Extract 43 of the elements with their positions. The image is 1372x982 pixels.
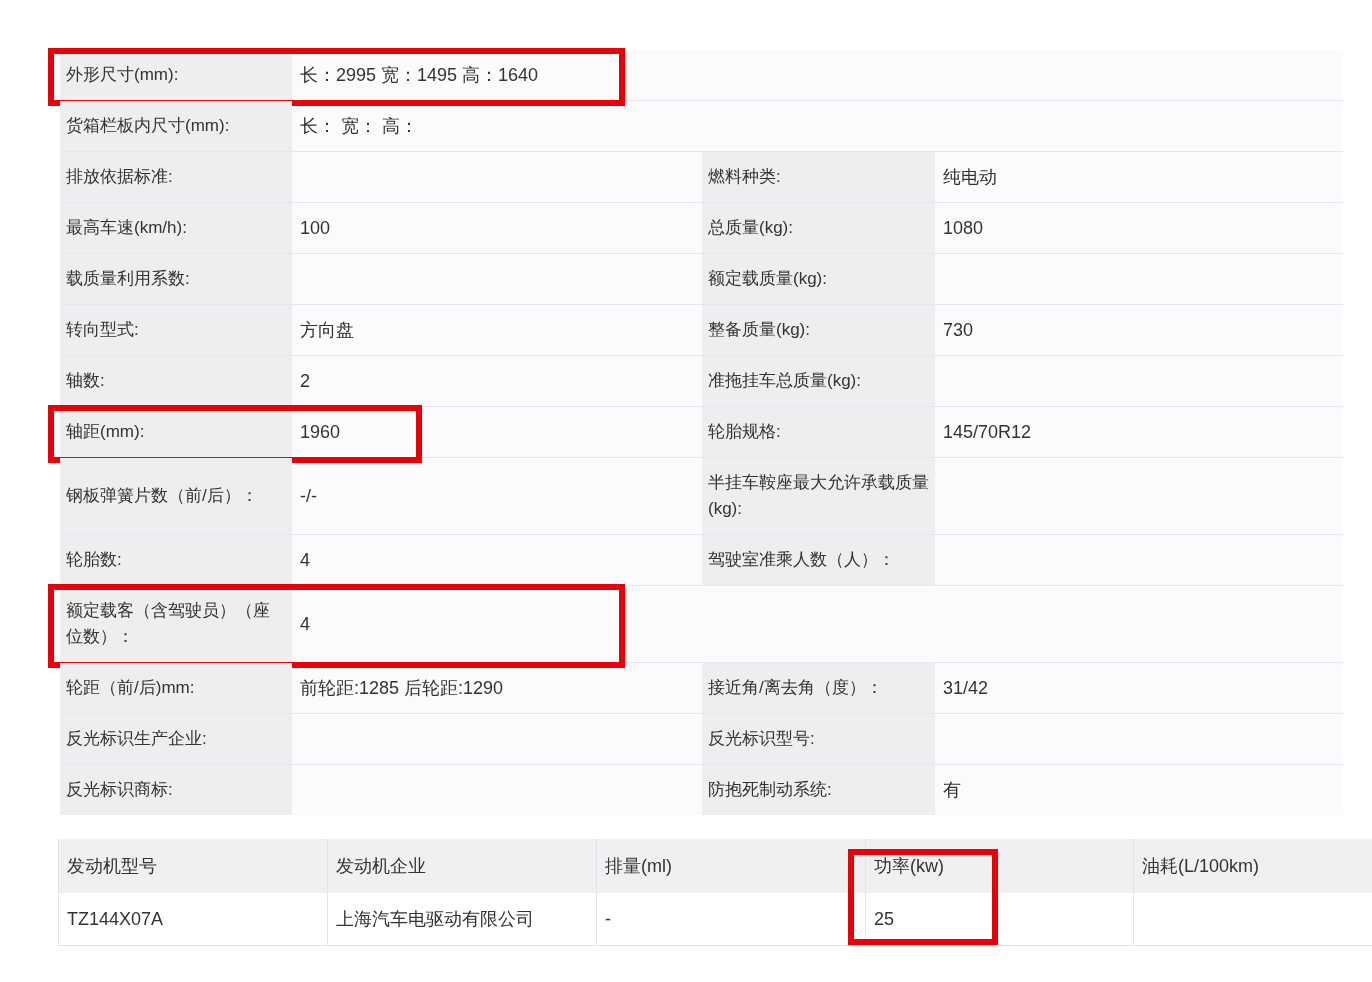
spec-label: 反光标识商标:: [60, 765, 292, 815]
spec-label: 最高车速(km/h):: [60, 203, 292, 253]
spec-value: 4: [299, 613, 311, 636]
spec-label: 额定载质量(kg):: [702, 254, 935, 304]
spec-label: 轮胎规格:: [702, 407, 935, 457]
spec-value: 4: [299, 549, 311, 572]
spec-label: 准拖挂车总质量(kg):: [702, 356, 935, 406]
spec-value: 730: [942, 319, 975, 342]
spec-label: 货箱栏板内尺寸(mm):: [60, 101, 292, 151]
spec-value: 1080: [942, 217, 985, 240]
spec-label: 钢板弹簧片数（前/后）：: [60, 458, 292, 534]
spec-label: 接近角/离去角（度）：: [702, 663, 935, 713]
column-header: 排量(ml): [597, 839, 865, 893]
spec-value: 1960: [299, 421, 342, 444]
spec-value: 长：2995 宽：1495 高：1640: [299, 64, 540, 87]
column-header: 油耗(L/100km): [1134, 839, 1372, 893]
spec-value: 长： 宽： 高：: [299, 115, 419, 138]
spec-label: 转向型式:: [60, 305, 292, 355]
spec-value: 有: [942, 779, 962, 802]
spec-label: 燃料种类:: [702, 152, 935, 202]
spec-label: 轮距（前/后)mm:: [60, 663, 292, 713]
spec-label: 轮胎数:: [60, 535, 292, 585]
spec-label: 排放依据标准:: [60, 152, 292, 202]
column-header: 发动机企业: [328, 839, 596, 893]
spec-label: 载质量利用系数:: [60, 254, 292, 304]
column-header: 功率(kw): [866, 839, 1133, 893]
spec-value: 前轮距:1285 后轮距:1290: [299, 677, 505, 700]
spec-label: 轴数:: [60, 356, 292, 406]
spec-value: 纯电动: [942, 166, 998, 189]
spec-value: -/-: [299, 485, 318, 508]
spec-label: 整备质量(kg):: [702, 305, 935, 355]
spec-value: 方向盘: [299, 319, 355, 342]
spec-label: 总质量(kg):: [702, 203, 935, 253]
spec-value: 100: [299, 217, 332, 240]
spec-label: 驾驶室准乘人数（人）：: [702, 535, 935, 585]
spec-label: 反光标识型号:: [702, 714, 935, 764]
spec-label: 防抱死制动系统:: [702, 765, 935, 815]
spec-label: 反光标识生产企业:: [60, 714, 292, 764]
spec-label: 半挂车鞍座最大允许承载质量(kg):: [702, 458, 935, 534]
spec-value: 31/42: [942, 677, 990, 700]
spec-value: 2: [299, 370, 311, 393]
spec-value: 145/70R12: [942, 421, 1033, 444]
column-header: 发动机型号: [59, 839, 327, 893]
